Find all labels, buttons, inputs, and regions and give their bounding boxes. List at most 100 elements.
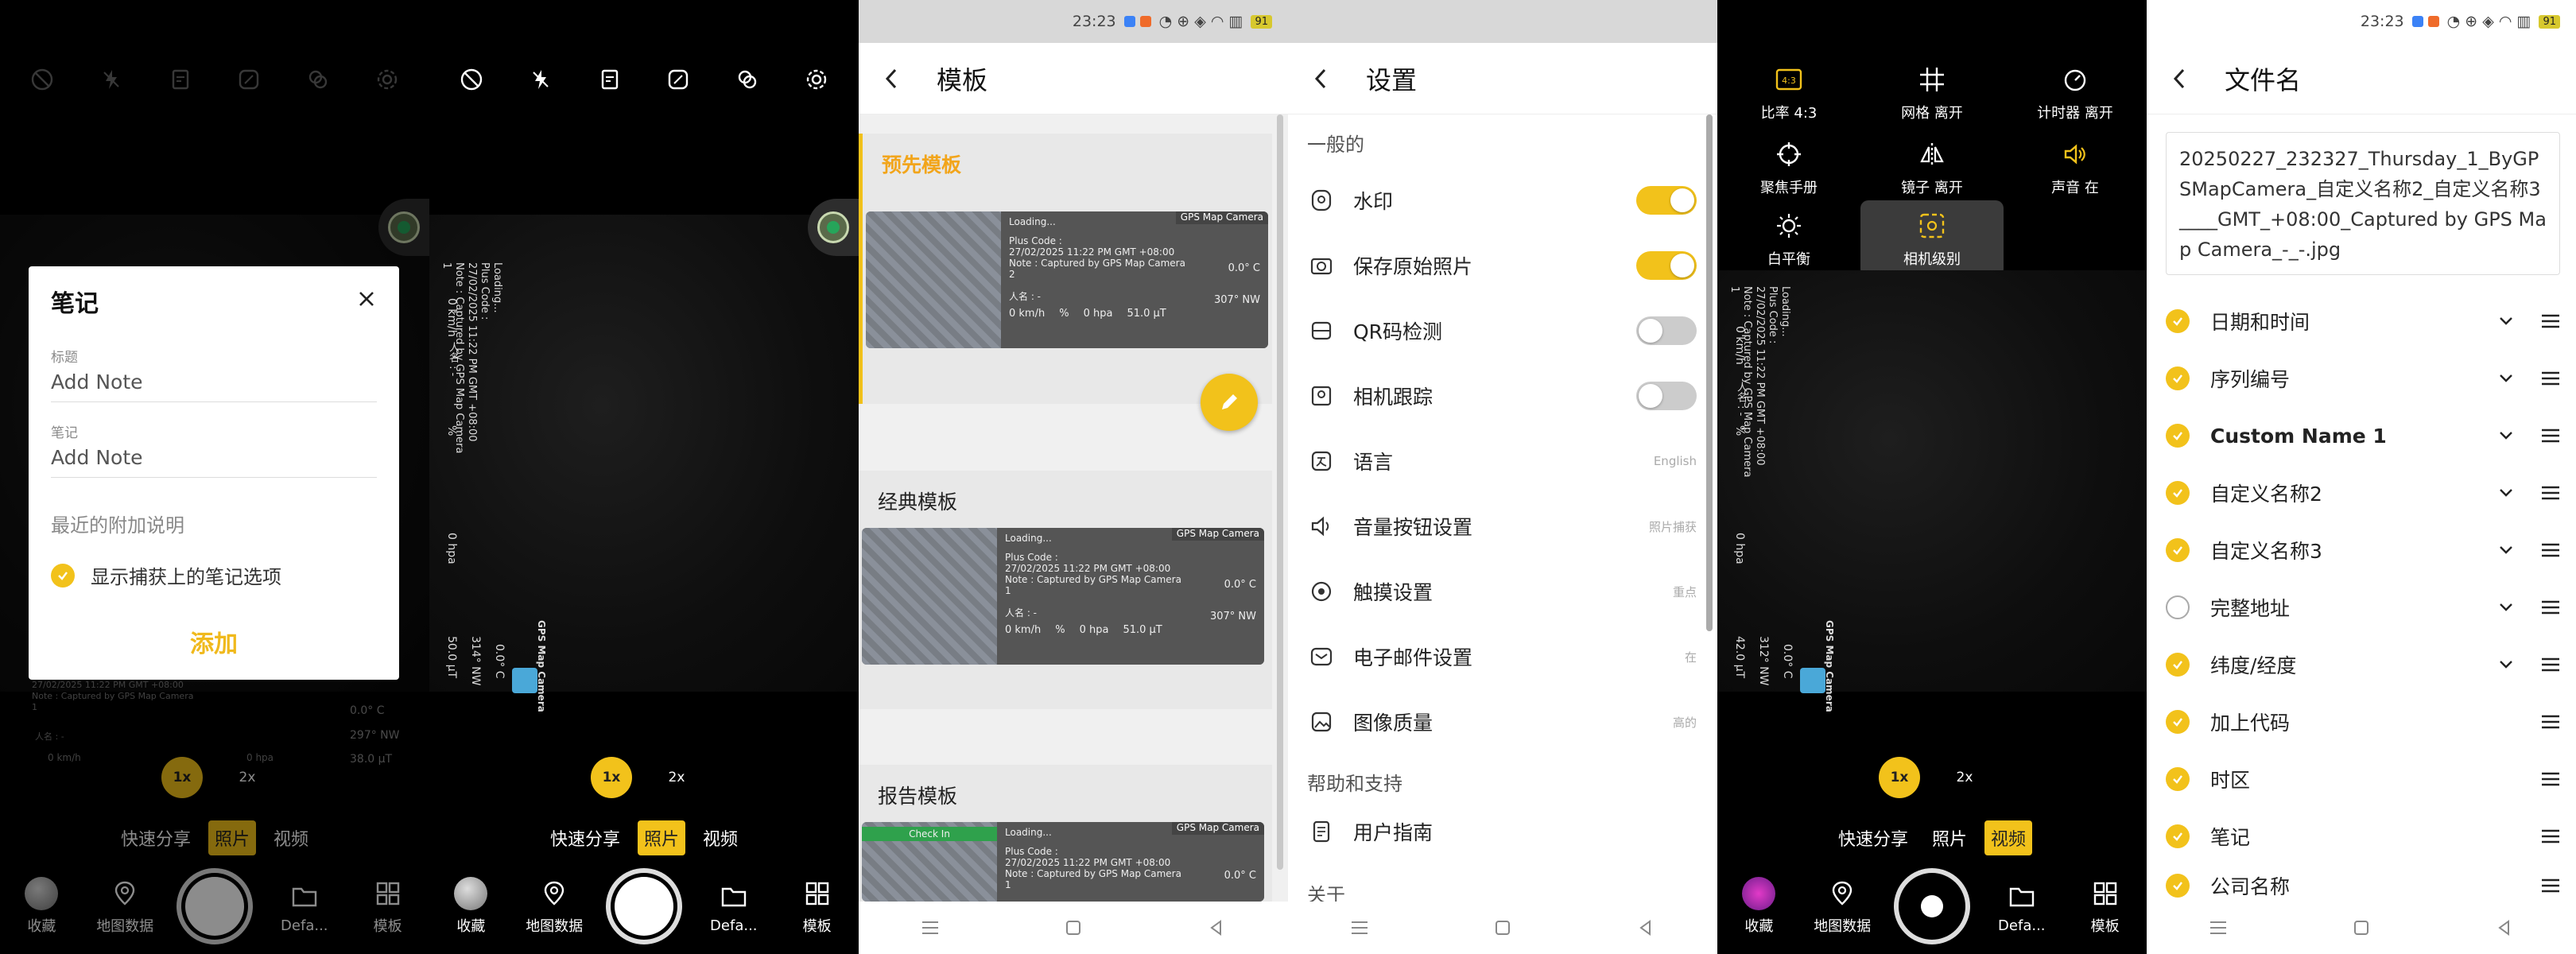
- menu-icon[interactable]: [919, 917, 941, 939]
- home-icon[interactable]: [2350, 917, 2372, 939]
- chevron-down-icon[interactable]: [2495, 653, 2517, 676]
- chevron-down-icon[interactable]: [2495, 367, 2517, 390]
- back-arrow-icon[interactable]: [878, 65, 905, 92]
- template-card-preset[interactable]: GPS Map Camera Loading... Plus Code : 27…: [866, 211, 1268, 348]
- filename-option-row[interactable]: 公司名称: [2166, 870, 2563, 902]
- record-button[interactable]: [1893, 868, 1970, 944]
- back-arrow-icon[interactable]: [1307, 65, 1334, 92]
- drag-handle-icon[interactable]: [2538, 423, 2563, 448]
- gear-icon[interactable]: [798, 61, 835, 98]
- mode-switch-icon[interactable]: [729, 61, 766, 98]
- zoom-2x-button[interactable]: 2x: [1944, 757, 1985, 798]
- check-icon[interactable]: [2166, 710, 2190, 734]
- close-icon[interactable]: [353, 285, 380, 312]
- flash-off-icon[interactable]: [522, 61, 559, 98]
- menu-icon[interactable]: [2207, 917, 2229, 939]
- check-icon[interactable]: [51, 563, 75, 588]
- back-icon[interactable]: [2493, 917, 2516, 939]
- folder-button[interactable]: Defa...: [1990, 879, 2054, 934]
- check-icon[interactable]: [2166, 424, 2190, 448]
- filename-option-row[interactable]: 自定义名称2: [2166, 469, 2563, 517]
- check-icon[interactable]: [2166, 538, 2190, 562]
- menu-icon[interactable]: [1348, 917, 1371, 939]
- camera-switch-fab[interactable]: [808, 199, 859, 256]
- mode-photo[interactable]: 照片: [637, 820, 685, 855]
- filename-option-row[interactable]: 日期和时间: [2166, 297, 2563, 345]
- filename-option-row[interactable]: 笔记: [2166, 812, 2563, 860]
- mode-quick-share[interactable]: 快速分享: [1832, 820, 1915, 855]
- template-section-report[interactable]: 报告模板 Check In GPS Map Camera Loading... …: [859, 765, 1272, 902]
- back-arrow-icon[interactable]: [2166, 65, 2193, 92]
- filename-option-row[interactable]: 时区: [2166, 755, 2563, 803]
- show-note-option[interactable]: 显示捕获上的笔记选项: [51, 561, 377, 589]
- setting-image-quality[interactable]: 图像质量 高的: [1307, 698, 1697, 746]
- setting-watermark[interactable]: 水印: [1307, 176, 1697, 224]
- drag-handle-icon[interactable]: [2538, 709, 2563, 735]
- scrollbar[interactable]: [1277, 114, 1283, 870]
- camera-tracking-toggle[interactable]: [1636, 382, 1697, 410]
- location-off-icon[interactable]: [453, 61, 490, 98]
- drag-handle-icon[interactable]: [2538, 308, 2563, 334]
- setting-camera-tracking[interactable]: 相机跟踪: [1307, 372, 1697, 420]
- back-icon[interactable]: [1635, 917, 1657, 939]
- setting-qr-detection[interactable]: QR码检测: [1307, 307, 1697, 355]
- check-icon[interactable]: [2166, 366, 2190, 390]
- save-original-toggle[interactable]: [1636, 251, 1697, 280]
- setting-user-guide[interactable]: 用户指南: [1307, 808, 1697, 855]
- chevron-down-icon[interactable]: [2495, 425, 2517, 447]
- focus-button[interactable]: 聚焦手册: [1717, 137, 1860, 197]
- zoom-1x-button[interactable]: 1x: [591, 757, 632, 798]
- mirror-button[interactable]: 镜子 离开: [1860, 137, 2004, 197]
- percent-badge-icon[interactable]: [660, 61, 696, 98]
- mode-photo[interactable]: 照片: [1926, 820, 1973, 855]
- template-button[interactable]: 模板: [2074, 877, 2137, 936]
- home-icon[interactable]: [1062, 917, 1084, 939]
- drag-handle-icon[interactable]: [2538, 766, 2563, 792]
- title-input[interactable]: Add Note: [51, 367, 377, 402]
- filename-option-row[interactable]: Custom Name 1: [2166, 412, 2563, 460]
- map-data-button[interactable]: 地图数据: [522, 877, 586, 936]
- template-section-classic[interactable]: 经典模板 GPS Map Camera Loading... Plus Code…: [859, 471, 1272, 709]
- watermark-toggle[interactable]: [1636, 186, 1697, 215]
- grid-button[interactable]: 网格 离开: [1860, 62, 2004, 122]
- drag-handle-icon[interactable]: [2538, 595, 2563, 620]
- filename-option-row[interactable]: 自定义名称3: [2166, 526, 2563, 574]
- filename-option-row[interactable]: 加上代码: [2166, 698, 2563, 746]
- ratio-button[interactable]: 4:3 比率 4:3: [1717, 62, 1860, 122]
- check-icon[interactable]: [2166, 874, 2190, 898]
- check-icon[interactable]: [2166, 824, 2190, 848]
- timer-button[interactable]: 计时器 离开: [2004, 62, 2147, 122]
- template-card-report[interactable]: Check In GPS Map Camera Loading... Plus …: [862, 822, 1264, 902]
- check-icon[interactable]: [2166, 653, 2190, 677]
- home-icon[interactable]: [1492, 917, 1514, 939]
- filename-option-row[interactable]: 序列编号: [2166, 355, 2563, 402]
- drag-handle-icon[interactable]: [2538, 480, 2563, 506]
- setting-save-original[interactable]: 保存原始照片: [1307, 242, 1697, 289]
- chevron-down-icon[interactable]: [2495, 482, 2517, 504]
- drag-handle-icon[interactable]: [2538, 366, 2563, 391]
- mode-quick-share[interactable]: 快速分享: [544, 820, 627, 855]
- drag-handle-icon[interactable]: [2538, 537, 2563, 563]
- gallery-button[interactable]: 收藏: [439, 877, 502, 936]
- setting-email[interactable]: 电子邮件设置 在: [1307, 633, 1697, 681]
- check-icon[interactable]: [2166, 481, 2190, 505]
- drag-handle-icon[interactable]: [2538, 824, 2563, 849]
- note-input[interactable]: Add Note: [51, 443, 377, 478]
- setting-language[interactable]: 语言 English: [1307, 437, 1697, 485]
- back-icon[interactable]: [1205, 917, 1228, 939]
- zoom-1x-button[interactable]: 1x: [1879, 757, 1920, 798]
- mode-video[interactable]: 视频: [1984, 820, 2033, 855]
- map-data-button[interactable]: 地图数据: [1810, 877, 1874, 936]
- drag-handle-icon[interactable]: [2538, 873, 2563, 898]
- folder-button[interactable]: Defa...: [702, 879, 766, 934]
- zoom-2x-button[interactable]: 2x: [656, 757, 697, 798]
- scrollbar[interactable]: [1706, 114, 1713, 631]
- mode-video[interactable]: 视频: [696, 820, 744, 855]
- filename-option-row[interactable]: 纬度/经度: [2166, 641, 2563, 688]
- shutter-button[interactable]: [605, 868, 682, 944]
- template-button[interactable]: 模板: [786, 877, 849, 936]
- unchecked-circle-icon[interactable]: [2166, 595, 2190, 619]
- sound-button[interactable]: 声音 在: [2004, 137, 2147, 197]
- drag-handle-icon[interactable]: [2538, 652, 2563, 677]
- qr-detection-toggle[interactable]: [1636, 316, 1697, 345]
